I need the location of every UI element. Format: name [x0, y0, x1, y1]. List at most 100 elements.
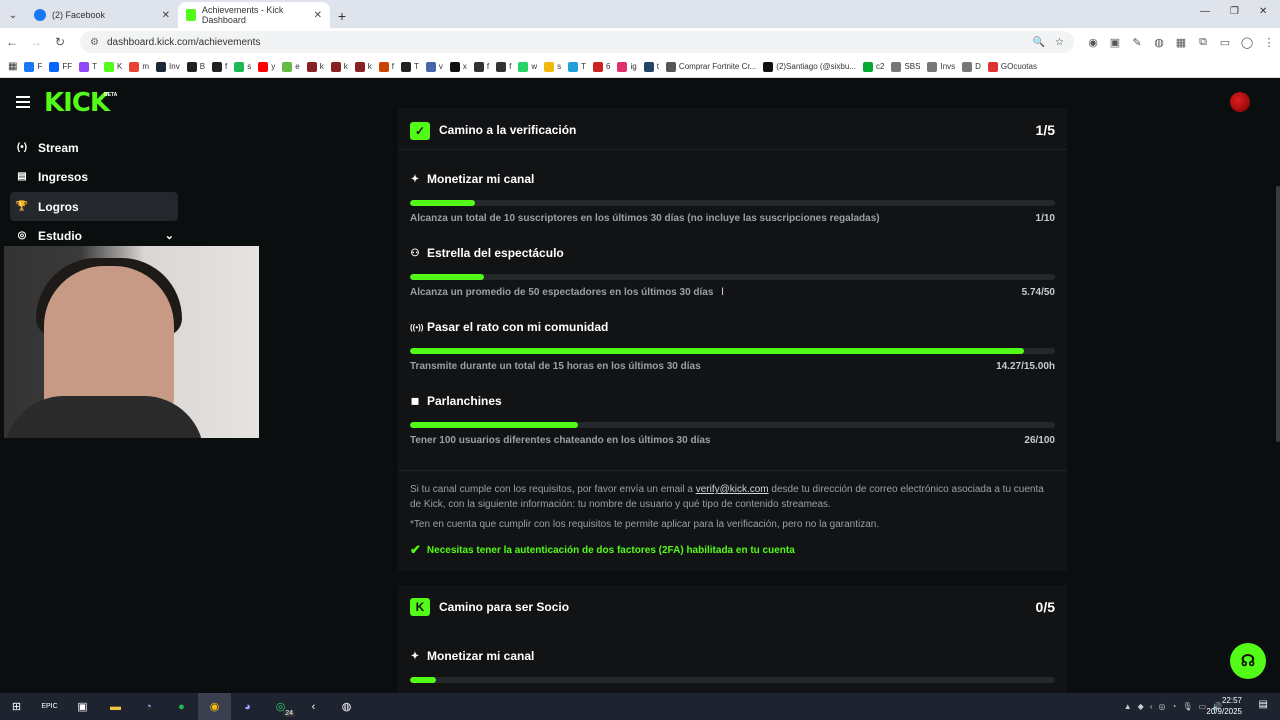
help-chat-button[interactable]: ☊ [1230, 643, 1266, 679]
hamburger-menu-icon[interactable] [16, 96, 30, 108]
spotify-icon[interactable]: ● [165, 693, 198, 720]
bookmark-item[interactable]: D [962, 61, 981, 72]
whatsapp-icon[interactable]: ◎ 24 [264, 693, 297, 720]
forward-button[interactable]: → [24, 35, 48, 49]
tab-title: (2) Facebook [52, 10, 106, 20]
close-window-button[interactable]: ✕ [1259, 6, 1267, 17]
start-icon[interactable]: ⊞ [0, 693, 33, 720]
sparkle-icon: ✦ [410, 173, 420, 185]
store-icon[interactable]: ▣ [66, 693, 99, 720]
discord-icon[interactable]: ◕ [231, 693, 264, 720]
new-tab-button[interactable]: + [330, 4, 354, 28]
bookmark-favicon-icon [400, 61, 411, 72]
bookmark-item[interactable]: x [449, 61, 467, 72]
bookmark-item[interactable]: s [544, 61, 561, 72]
maximize-button[interactable]: ❐ [1230, 6, 1239, 17]
tray-icon[interactable]: ◆ [1138, 702, 1144, 711]
bookmark-item[interactable]: t [643, 61, 659, 72]
bookmark-item[interactable]: f [212, 61, 227, 72]
site-info-icon[interactable]: ⚙ [90, 37, 99, 48]
back-button[interactable]: ← [0, 35, 24, 49]
chrome-icon[interactable]: ◉ [198, 693, 231, 720]
bookmark-item[interactable]: F [24, 61, 42, 72]
bookmark-item[interactable]: K [104, 61, 122, 72]
bookmark-item[interactable]: T [568, 61, 586, 72]
close-tab-icon[interactable]: ✕ [314, 10, 322, 21]
bookmark-item[interactable]: y [258, 61, 275, 72]
bookmark-item[interactable]: T [400, 61, 419, 72]
bookmark-favicon-icon [863, 61, 873, 72]
progress-fill [410, 274, 485, 280]
tab-kick-dashboard[interactable]: Achievements - Kick Dashboard ✕ [178, 2, 330, 28]
menu-icon[interactable]: ⋮ [1258, 36, 1280, 49]
folder-icon[interactable]: ▬ [99, 693, 132, 720]
epic-icon[interactable]: EPIC [33, 693, 66, 720]
chevron-down-icon[interactable]: ⌄ [165, 229, 174, 242]
tab-search-button[interactable]: ⌄ [0, 2, 26, 28]
sidebar-item-stream[interactable]: (•) Stream [10, 133, 178, 162]
clock[interactable]: 22:57 20/9/2025 [1206, 695, 1242, 717]
bookmark-item[interactable]: c2 [863, 61, 884, 72]
extensions-puzzle-icon[interactable]: ⧉ [1192, 36, 1214, 49]
tray-icon[interactable]: ◔ [1171, 702, 1176, 711]
bookmark-item[interactable]: T [79, 61, 98, 72]
tray-icon[interactable]: ‹ [1150, 702, 1153, 711]
sparkle-icon: ✦ [410, 650, 420, 662]
bookmark-item[interactable]: (2)Santiago (@sixbu... [763, 61, 856, 72]
extension-icon[interactable]: ▦ [1170, 36, 1192, 49]
bookmark-label: k [319, 62, 324, 71]
extension-icon[interactable]: ▣ [1104, 36, 1126, 49]
bookmark-item[interactable]: k [306, 61, 324, 72]
verify-email-link[interactable]: verify@kick.com [696, 484, 769, 495]
kick-icon[interactable]: ‹ [297, 693, 330, 720]
apps-icon[interactable]: ▦ [8, 61, 17, 72]
obs-icon[interactable]: ◍ [330, 693, 363, 720]
minimize-button[interactable]: — [1200, 6, 1210, 17]
bookmark-favicon-icon [496, 61, 507, 72]
close-tab-icon[interactable]: ✕ [162, 10, 170, 21]
bookmark-item[interactable]: SBS [891, 61, 920, 72]
network-icon[interactable]: ▭ [1198, 702, 1206, 711]
bookmark-item[interactable]: 6 [593, 61, 610, 72]
bookmark-item[interactable]: Inv [156, 61, 180, 72]
reload-button[interactable]: ↻ [48, 35, 72, 49]
bookmark-item[interactable]: GOcuotas [987, 61, 1037, 72]
bookmark-item[interactable]: s [234, 61, 251, 72]
tray-icon[interactable]: ▲ [1124, 702, 1132, 711]
bookmark-item[interactable]: f [473, 61, 489, 72]
bookmark-item[interactable]: k [330, 61, 348, 72]
bookmark-item[interactable]: e [282, 61, 300, 72]
bookmark-star-icon[interactable]: ☆ [1055, 37, 1064, 48]
kick-logo[interactable]: KICK [44, 88, 110, 118]
sidebar-item-ingresos[interactable]: ▤ Ingresos [10, 162, 178, 191]
bookmark-item[interactable]: v [425, 61, 443, 72]
bookmark-favicon-icon [643, 61, 654, 72]
bookmark-favicon-icon [104, 61, 115, 72]
tab-facebook[interactable]: (2) Facebook ✕ [26, 2, 178, 28]
notifications-icon[interactable]: ▤ [1259, 699, 1268, 710]
bookmark-label: T [92, 62, 98, 71]
zoom-icon[interactable]: 🔍 [1033, 37, 1045, 48]
bookmark-item[interactable]: FF [49, 61, 72, 72]
avatar[interactable] [1230, 92, 1250, 112]
bookmark-item[interactable]: Comprar Fortnite Cr... [665, 61, 756, 72]
bookmark-item[interactable]: m [129, 61, 149, 72]
bookmark-item[interactable]: B [186, 61, 205, 72]
address-bar[interactable]: ⚙ dashboard.kick.com/achievements 🔍 ☆ [80, 31, 1074, 53]
sidebar-item-logros[interactable]: 🏆 Logros [10, 192, 178, 221]
bookmark-item[interactable]: f [496, 61, 511, 72]
microphone-icon[interactable]: 🎙 [1182, 702, 1192, 711]
bookmark-item[interactable]: k [354, 61, 372, 72]
steam-icon[interactable]: ◔ [132, 693, 165, 720]
profile-icon[interactable]: ◯ [1236, 36, 1258, 49]
scrollbar[interactable] [1276, 186, 1280, 442]
extension-icon[interactable]: ◍ [1148, 36, 1170, 49]
split-view-icon[interactable]: ▭ [1214, 36, 1236, 49]
bookmark-item[interactable]: w [518, 61, 537, 72]
extension-icon[interactable]: ✎ [1126, 36, 1148, 49]
extension-icon[interactable]: ◉ [1082, 36, 1104, 49]
bookmark-item[interactable]: f [378, 61, 394, 72]
bookmark-item[interactable]: Invs [927, 61, 955, 72]
bookmark-item[interactable]: ig [617, 61, 637, 72]
tray-icon[interactable]: ◎ [1158, 702, 1165, 711]
